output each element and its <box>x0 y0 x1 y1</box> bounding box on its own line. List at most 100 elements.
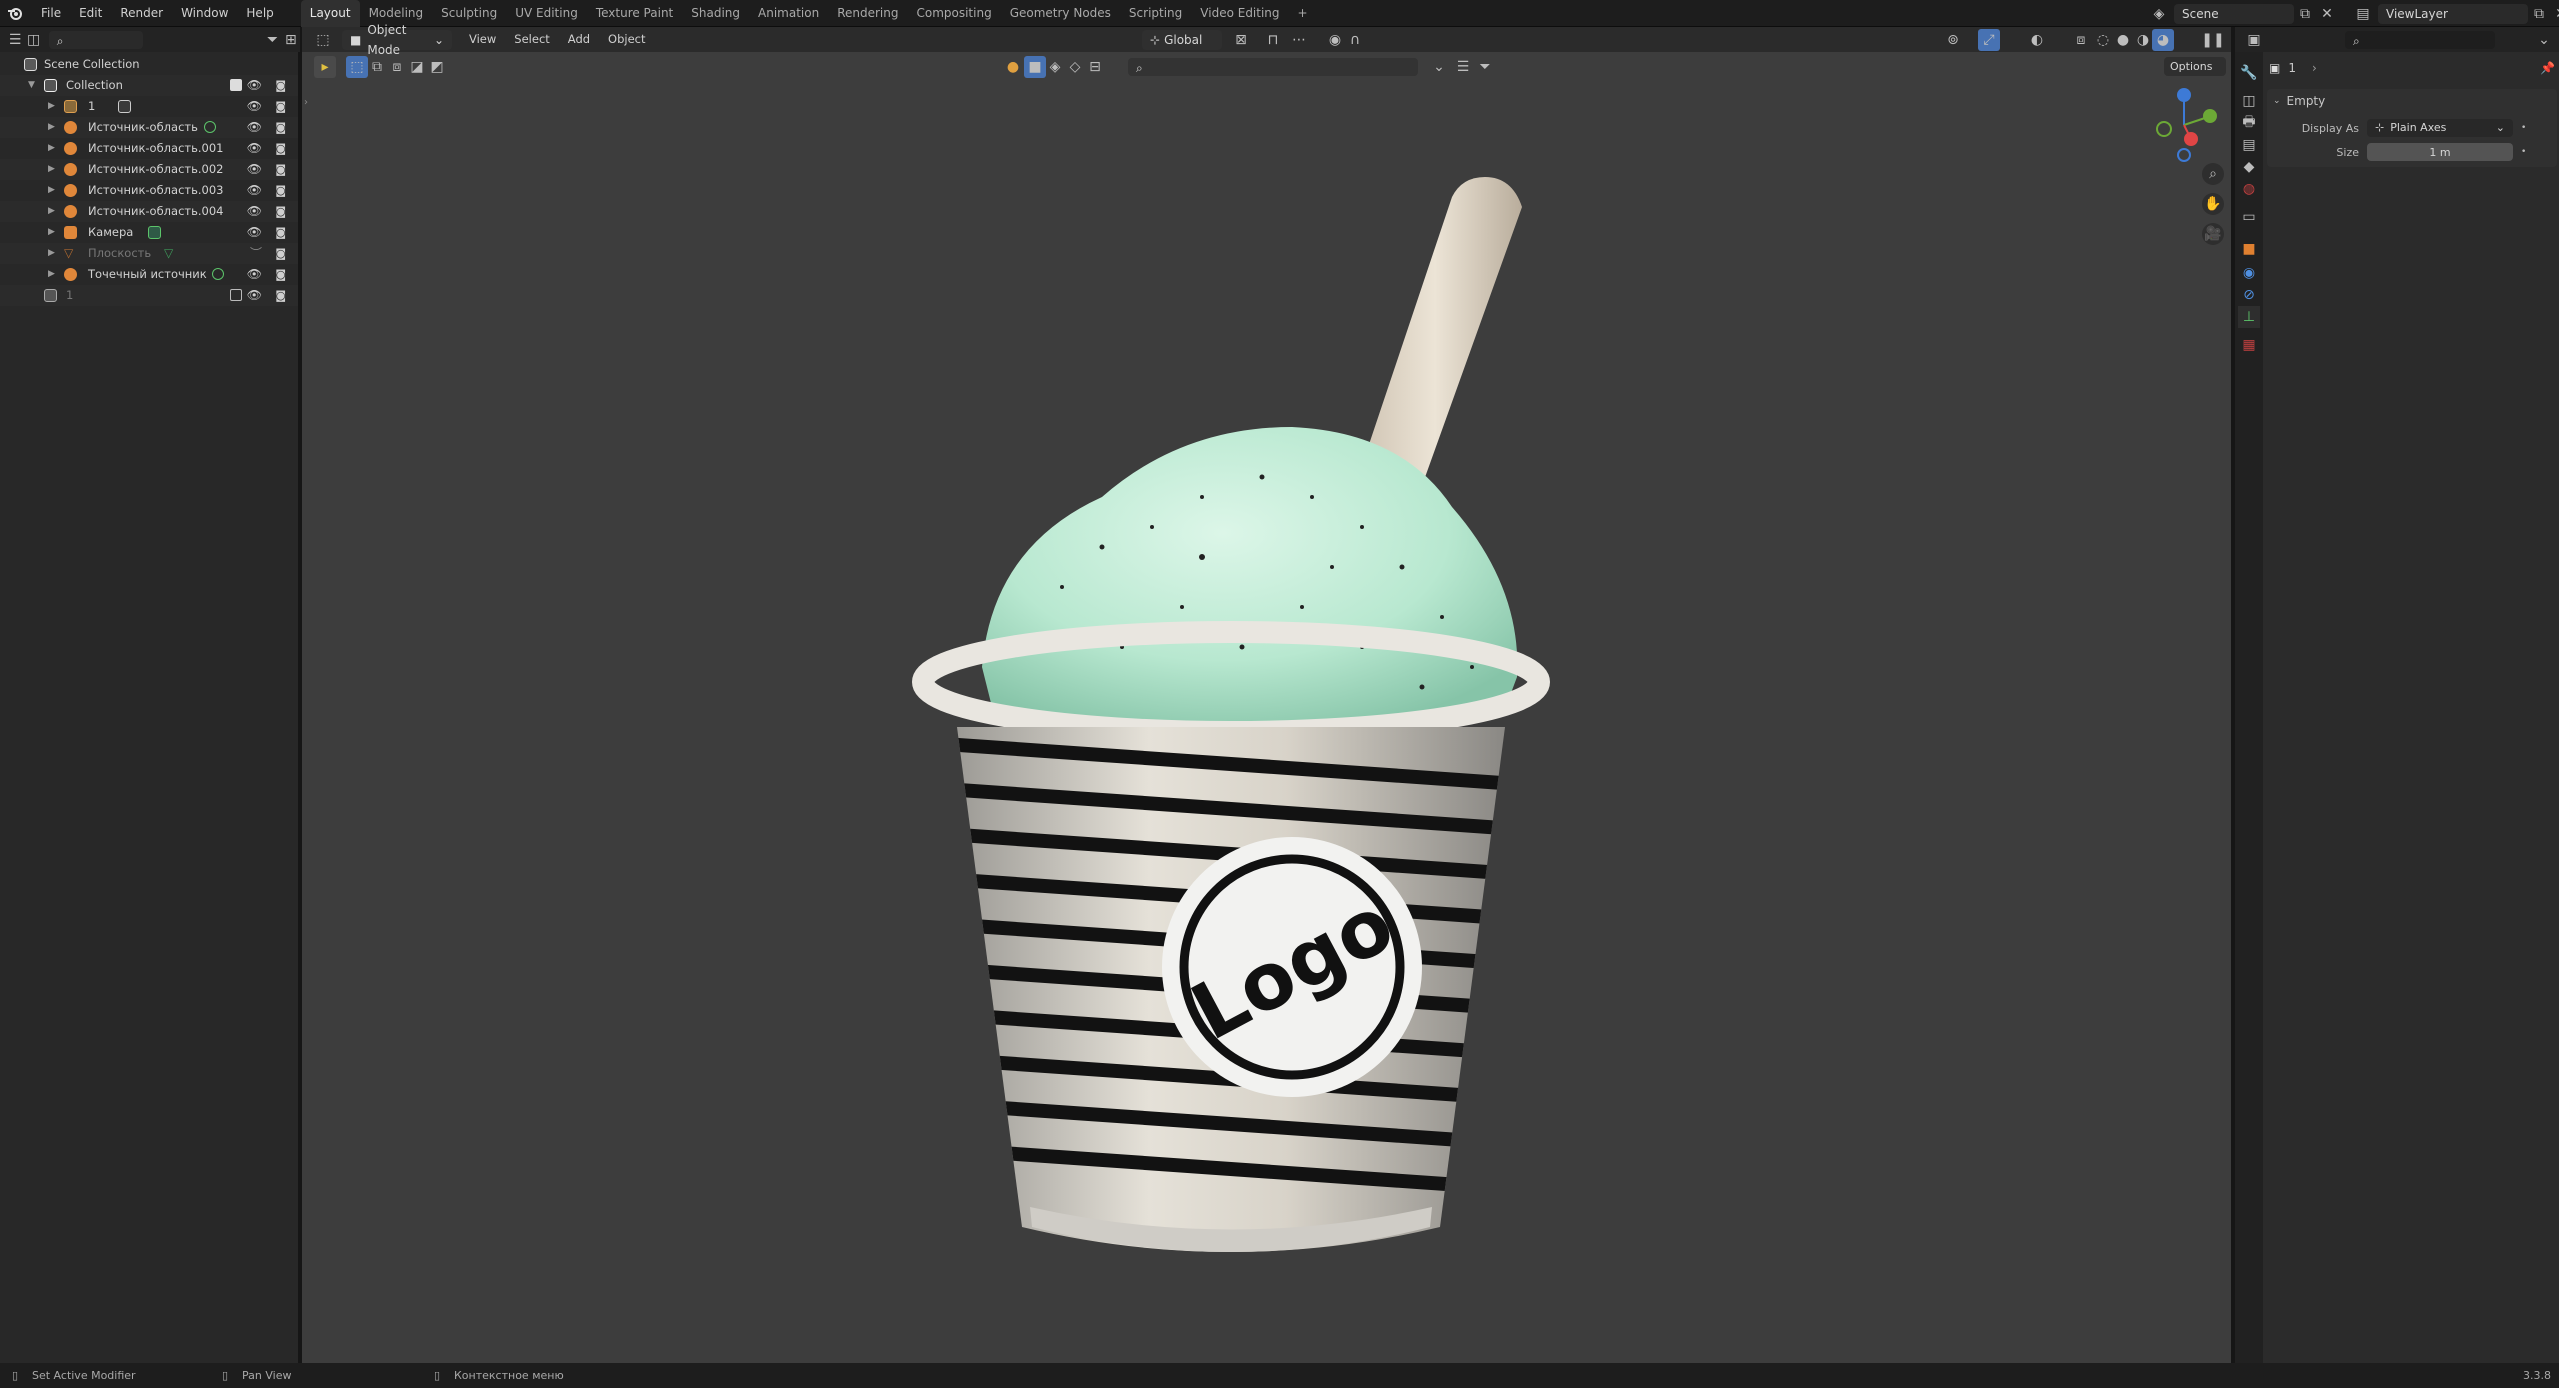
render-tab-icon[interactable]: ◫ <box>2238 90 2260 112</box>
add-workspace-button[interactable]: + <box>1289 0 1317 27</box>
scene-tab-icon[interactable]: ◆ <box>2238 156 2260 178</box>
menu-help[interactable]: Help <box>237 0 282 27</box>
camera-render-icon[interactable]: ◙ <box>275 243 286 264</box>
menu-window[interactable]: Window <box>172 0 237 27</box>
object-data-tab-icon[interactable]: ⊥ <box>2238 306 2260 328</box>
view-layer-tab-icon[interactable]: ▤ <box>2238 134 2260 156</box>
gizmo-y-icon[interactable] <box>2203 109 2217 123</box>
tree-row-empty-1[interactable]: ▶ 1 👁 ◙ <box>0 96 298 117</box>
blender-logo-icon[interactable] <box>4 2 26 24</box>
camera-render-icon[interactable]: ◙ <box>275 159 286 180</box>
outliner-search-input[interactable]: ⌕ <box>48 30 144 49</box>
expand-icon[interactable]: ▶ <box>48 96 55 117</box>
camera-render-icon[interactable]: ◙ <box>275 96 286 117</box>
eye-icon[interactable]: 👁 <box>247 75 262 96</box>
panel-collapse-icon[interactable]: ⌄ <box>2273 96 2281 106</box>
toolbar-collapse-icon[interactable]: › <box>304 97 308 108</box>
gizmo-x-icon[interactable] <box>2184 132 2198 146</box>
empty-panel-header[interactable]: ⌄ Empty <box>2267 89 2557 113</box>
display-as-dropdown[interactable]: ⊹ Plain Axes ⌄ <box>2367 119 2513 137</box>
tab-video-editing[interactable]: Video Editing <box>1191 0 1288 27</box>
expand-icon[interactable]: ▶ <box>48 264 55 285</box>
filter-icon[interactable]: ⏷ <box>263 29 281 51</box>
tree-row-light-001[interactable]: ▶ Источник-область.001 👁 ◙ <box>0 138 298 159</box>
expand-icon[interactable]: ▶ <box>48 201 55 222</box>
tab-sculpting[interactable]: Sculpting <box>432 0 506 27</box>
tab-compositing[interactable]: Compositing <box>907 0 1000 27</box>
3d-viewport[interactable]: ⬚ ■ Object Mode ⌄ View Select Add Object… <box>302 23 2231 1363</box>
eye-icon[interactable]: 👁 <box>247 180 262 201</box>
expand-icon[interactable]: ▶ <box>48 159 55 180</box>
camera-render-icon[interactable]: ◙ <box>275 117 286 138</box>
gizmo-z-icon[interactable] <box>2177 88 2191 102</box>
exclude-checkbox[interactable] <box>230 289 242 301</box>
new-collection-icon[interactable]: ⊞ <box>282 29 300 51</box>
eye-icon[interactable]: 👁 <box>247 264 262 285</box>
physics-tab-icon[interactable]: ◉ <box>2238 262 2260 284</box>
new-scene-icon[interactable]: ⧉ <box>2294 3 2316 25</box>
constraints-tab-icon[interactable]: ⊘ <box>2238 284 2260 306</box>
viewlayer-icon[interactable]: ▤ <box>2352 3 2374 25</box>
expand-icon[interactable]: ▶ <box>48 180 55 201</box>
menu-edit[interactable]: Edit <box>70 0 111 27</box>
camera-render-icon[interactable]: ◙ <box>275 285 286 306</box>
delete-viewlayer-icon[interactable]: ✕ <box>2550 3 2559 25</box>
tab-geometry-nodes[interactable]: Geometry Nodes <box>1001 0 1120 27</box>
properties-search-input[interactable]: ⌕ <box>2345 30 2495 49</box>
keyframe-dot-icon[interactable]: • <box>2521 123 2526 133</box>
texture-tab-icon[interactable]: ▦ <box>2238 334 2260 356</box>
camera-render-icon[interactable]: ◙ <box>275 201 286 222</box>
eye-icon[interactable]: 👁 <box>247 222 262 243</box>
object-tab-icon[interactable]: ■ <box>2238 238 2260 260</box>
pan-hand-icon[interactable]: ✋ <box>2202 193 2224 215</box>
tab-texture-paint[interactable]: Texture Paint <box>587 0 682 27</box>
tab-uv-editing[interactable]: UV Editing <box>506 0 587 27</box>
tree-row-light[interactable]: ▶ Источник-область 👁 ◙ <box>0 117 298 138</box>
tree-row-collection-1[interactable]: 1 👁 ◙ <box>0 285 298 306</box>
expand-icon[interactable]: ▶ <box>48 243 55 264</box>
menu-file[interactable]: File <box>32 0 70 27</box>
size-input[interactable]: 1 m <box>2367 143 2513 161</box>
menu-render[interactable]: Render <box>111 0 172 27</box>
expand-icon[interactable]: ▶ <box>48 222 55 243</box>
delete-scene-icon[interactable]: ✕ <box>2316 3 2338 25</box>
expand-icon[interactable]: ▼ <box>28 75 35 96</box>
camera-view-icon[interactable]: 🎥 <box>2202 223 2224 245</box>
navigation-gizmo[interactable] <box>2144 85 2224 165</box>
tab-layout[interactable]: Layout <box>300 0 360 27</box>
eye-icon[interactable]: 👁 <box>247 285 262 306</box>
collection-tab-icon[interactable]: ▭ <box>2238 206 2260 228</box>
tab-shading[interactable]: Shading <box>682 0 749 27</box>
output-tab-icon[interactable]: 🖶 <box>2238 112 2260 134</box>
tab-animation[interactable]: Animation <box>749 0 828 27</box>
tab-rendering[interactable]: Rendering <box>828 0 907 27</box>
display-mode-icon[interactable]: ◫ <box>24 29 42 51</box>
exclude-checkbox[interactable] <box>230 79 242 91</box>
tree-row-light-004[interactable]: ▶ Источник-область.004 👁 ◙ <box>0 201 298 222</box>
zoom-icon[interactable]: ⌕ <box>2202 163 2224 185</box>
tree-row-light-003[interactable]: ▶ Источник-область.003 👁 ◙ <box>0 180 298 201</box>
tree-row-camera[interactable]: ▶ Камера 👁 ◙ <box>0 222 298 243</box>
eye-icon[interactable]: 👁 <box>247 159 262 180</box>
pin-icon[interactable]: 📌 <box>2540 61 2555 75</box>
scene-field[interactable]: Scene <box>2174 4 2294 24</box>
camera-render-icon[interactable]: ◙ <box>275 222 286 243</box>
camera-render-icon[interactable]: ◙ <box>275 75 286 96</box>
new-viewlayer-icon[interactable]: ⧉ <box>2528 3 2550 25</box>
chevron-down-icon[interactable]: ⌄ <box>2533 29 2555 51</box>
tree-row-point-light[interactable]: ▶ Точечный источник 👁 ◙ <box>0 264 298 285</box>
eye-icon[interactable]: 👁 <box>247 117 262 138</box>
expand-icon[interactable]: ▶ <box>48 117 55 138</box>
tree-row-plane[interactable]: ▶ ▽ Плоскость ▽ ︶ ◙ <box>0 243 298 264</box>
eye-icon[interactable]: 👁 <box>247 138 262 159</box>
editor-type-icon[interactable]: ☰ <box>6 29 24 51</box>
keyframe-dot-icon[interactable]: • <box>2521 147 2526 157</box>
expand-icon[interactable]: ▶ <box>48 138 55 159</box>
tab-scripting[interactable]: Scripting <box>1120 0 1191 27</box>
camera-render-icon[interactable]: ◙ <box>275 138 286 159</box>
chevron-right-icon[interactable]: › <box>2312 61 2317 75</box>
viewlayer-field[interactable]: ViewLayer <box>2378 4 2528 24</box>
world-tab-icon[interactable]: ◍ <box>2238 178 2260 200</box>
tree-row-scene-collection[interactable]: Scene Collection <box>0 54 298 75</box>
camera-render-icon[interactable]: ◙ <box>275 180 286 201</box>
